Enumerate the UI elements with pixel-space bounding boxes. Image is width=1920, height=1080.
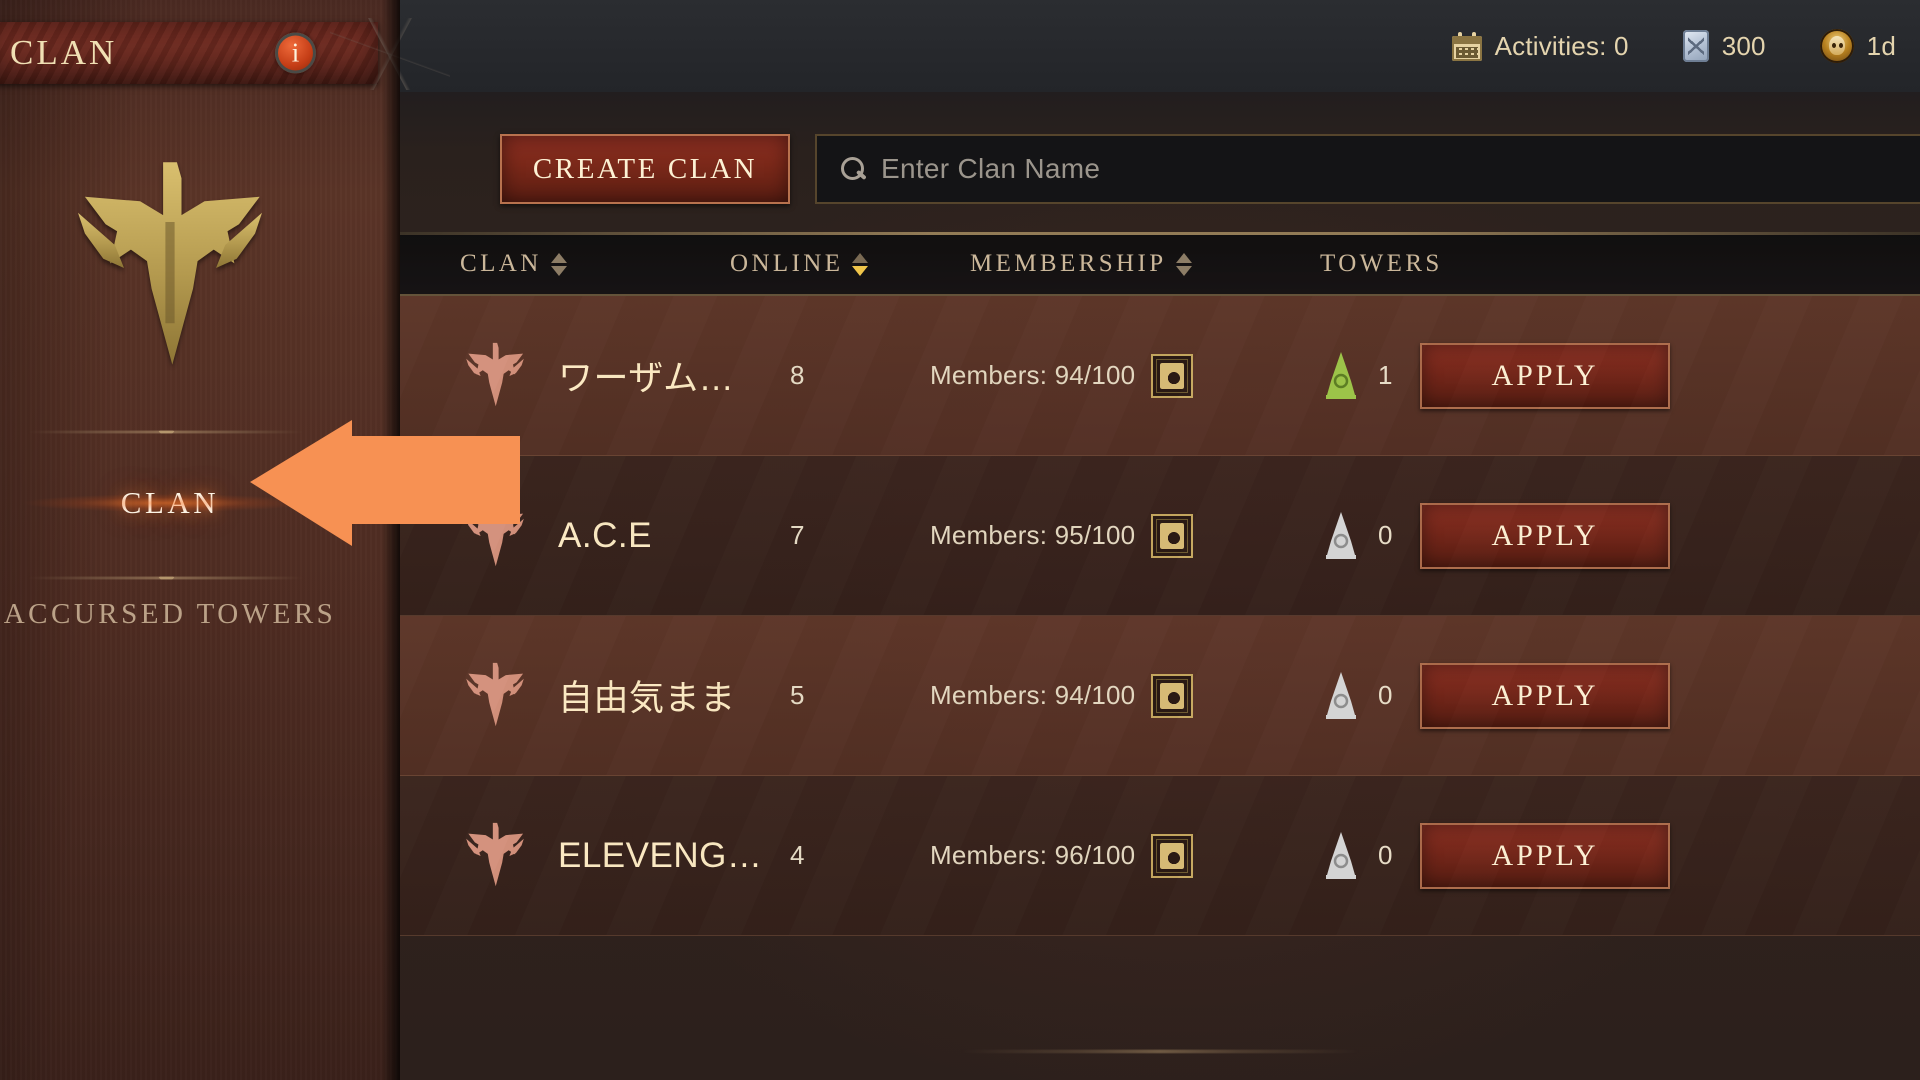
- row-clan-name: ELEVENG…: [558, 835, 763, 875]
- row-clan-crest-icon: [452, 338, 538, 414]
- row-membership-label: Members: 96/100: [930, 840, 1136, 870]
- row-tower-count: 1: [1378, 360, 1393, 390]
- status-item-boss-timer[interactable]: 1d: [1819, 29, 1896, 63]
- column-header-towers-label: TOWERS: [1320, 250, 1443, 277]
- table-row[interactable]: A.C.E 7 Members: 95/100 0 APPLY: [400, 456, 1920, 616]
- row-clan-name: A.C.E: [558, 515, 652, 555]
- game-clan-browser-screen: Activities: 0 300 1d CLAN i CLAN ACCURSE…: [0, 0, 1920, 1080]
- row-clan-name: ワーザム…: [558, 359, 735, 398]
- clan-toolbar: CREATE CLAN Enter Clan Name: [500, 134, 1920, 204]
- clan-search-placeholder: Enter Clan Name: [881, 153, 1101, 184]
- row-towers: 0: [1320, 511, 1392, 561]
- row-clan-crest-icon: [452, 818, 538, 894]
- column-header-membership[interactable]: MEMBERSHIP: [970, 232, 1192, 296]
- row-membership: Members: 94/100: [930, 673, 1194, 718]
- row-membership: Members: 94/100: [930, 353, 1194, 398]
- apply-button[interactable]: APPLY: [1420, 502, 1670, 569]
- sort-toggle-clan-icon[interactable]: [550, 252, 567, 276]
- apply-button[interactable]: APPLY: [1420, 822, 1670, 889]
- clan-table-header: CLAN ONLINE MEMBERSHIP TOWERS: [400, 232, 1920, 296]
- status-item-activities[interactable]: Activities: 0: [1451, 30, 1629, 62]
- row-online-count: 8: [790, 360, 805, 390]
- clan-search-field[interactable]: Enter Clan Name: [815, 134, 1920, 204]
- apply-button[interactable]: APPLY: [1420, 662, 1670, 729]
- column-header-clan-label: CLAN: [460, 250, 542, 277]
- activities-label: Activities: 0: [1494, 30, 1629, 61]
- row-membership-label: Members: 95/100: [930, 520, 1136, 550]
- table-row[interactable]: 自由気まま 5 Members: 94/100 0 APPLY: [400, 616, 1920, 776]
- info-button[interactable]: i: [275, 32, 316, 74]
- row-online-count: 5: [790, 680, 805, 710]
- status-item-currency[interactable]: 300: [1682, 30, 1766, 62]
- table-row[interactable]: ワーザム… 8 Members: 94/100 1 APPLY: [400, 296, 1920, 456]
- clan-list: ワーザム… 8 Members: 94/100 1 APPLY A.C.E 7 …: [400, 296, 1920, 936]
- sidebar: CLAN i CLAN ACCURSED TOWERS: [0, 0, 450, 1080]
- row-clan-crest-icon: [452, 498, 538, 574]
- row-membership-label: Members: 94/100: [930, 680, 1136, 710]
- sort-toggle-online-icon[interactable]: [852, 252, 869, 276]
- row-online-count: 4: [790, 840, 805, 870]
- main-content: CREATE CLAN Enter Clan Name CLAN ONLINE …: [400, 92, 1920, 1080]
- row-clan-name: 自由気まま: [558, 679, 736, 718]
- row-apply-cell: APPLY: [1420, 822, 1670, 889]
- member-detail-icon[interactable]: [1151, 353, 1194, 398]
- apply-button[interactable]: APPLY: [1420, 342, 1670, 409]
- row-apply-cell: APPLY: [1420, 342, 1670, 409]
- column-header-online[interactable]: ONLINE: [730, 232, 869, 296]
- column-header-towers: TOWERS: [1320, 232, 1443, 296]
- sidebar-item-accursed-towers[interactable]: ACCURSED TOWERS: [0, 596, 340, 632]
- boss-timer-label: 1d: [1866, 30, 1896, 61]
- row-tower-count: 0: [1378, 680, 1393, 710]
- column-header-membership-label: MEMBERSHIP: [970, 250, 1167, 277]
- sidebar-item-clan[interactable]: CLAN: [0, 481, 370, 526]
- currency-amount: 300: [1721, 30, 1766, 61]
- list-bottom-ornament: [960, 1040, 1360, 1062]
- column-header-clan[interactable]: CLAN: [460, 232, 567, 296]
- row-clan-crest-icon: [452, 658, 538, 734]
- rune-scroll-icon: [1682, 30, 1709, 62]
- member-detail-icon[interactable]: [1151, 833, 1194, 878]
- create-clan-button[interactable]: CREATE CLAN: [500, 134, 790, 204]
- tower-icon-inactive: [1320, 671, 1362, 721]
- row-online-count: 7: [790, 520, 805, 550]
- calendar-icon: [1451, 31, 1482, 61]
- row-towers: 0: [1320, 671, 1392, 721]
- column-header-online-label: ONLINE: [730, 250, 844, 277]
- row-apply-cell: APPLY: [1420, 502, 1670, 569]
- row-membership-label: Members: 94/100: [930, 360, 1136, 390]
- status-bar: Activities: 0 300 1d: [400, 0, 1920, 92]
- table-row[interactable]: ELEVENG… 4 Members: 96/100 0 APPLY: [400, 776, 1920, 936]
- tower-icon-active: [1320, 351, 1362, 401]
- sidebar-header-banner: CLAN: [0, 22, 378, 84]
- row-tower-count: 0: [1378, 520, 1393, 550]
- sort-toggle-membership-icon[interactable]: [1175, 252, 1192, 276]
- clan-crest-icon: [0, 118, 340, 418]
- row-membership: Members: 95/100: [930, 513, 1194, 558]
- tower-icon-inactive: [1320, 511, 1362, 561]
- page-title: CLAN: [10, 33, 118, 72]
- sidebar-divider-top: [28, 423, 304, 440]
- row-towers: 0: [1320, 831, 1392, 881]
- member-detail-icon[interactable]: [1151, 513, 1194, 558]
- row-towers: 1: [1320, 351, 1392, 401]
- boss-head-icon: [1819, 29, 1854, 63]
- sidebar-divider-bottom: [28, 569, 304, 586]
- row-membership: Members: 96/100: [930, 833, 1194, 878]
- tower-icon-inactive: [1320, 831, 1362, 881]
- row-apply-cell: APPLY: [1420, 662, 1670, 729]
- search-icon: [841, 156, 866, 182]
- row-tower-count: 0: [1378, 840, 1393, 870]
- member-detail-icon[interactable]: [1151, 673, 1194, 718]
